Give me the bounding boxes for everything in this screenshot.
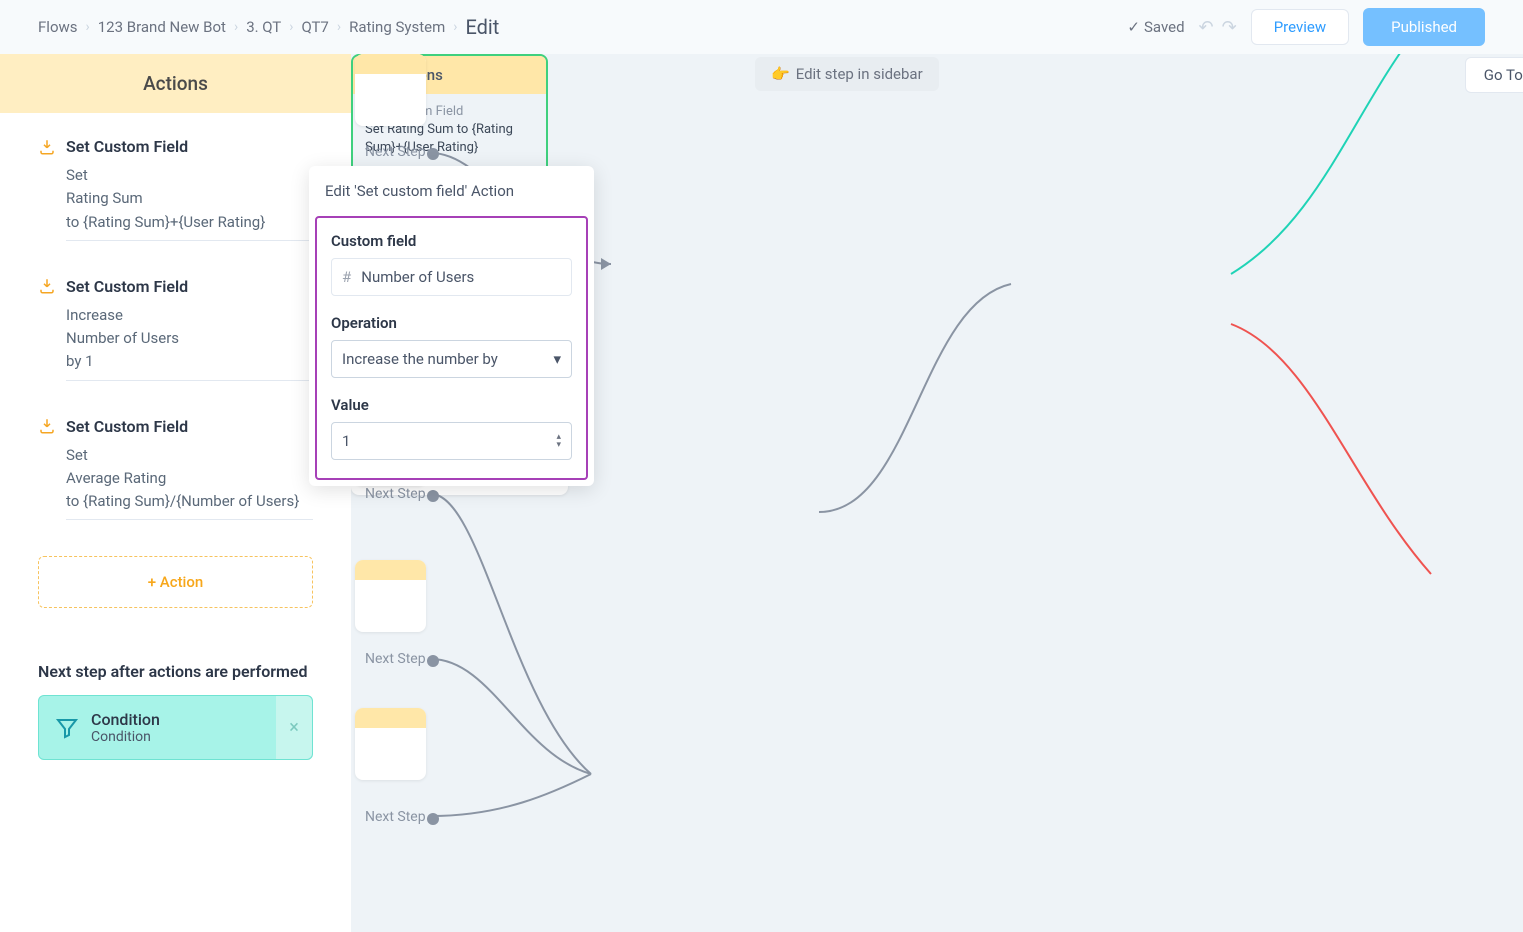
next-step-heading: Next step after actions are performed [38,662,313,681]
sidebar-body: Set Custom Field Set Rating Sum to {Rati… [0,113,351,770]
sidebar-action-title: Set Custom Field [66,417,188,436]
edit-step-chip[interactable]: 👉 Edit step in sidebar [755,57,939,91]
saved-status: ✓ Saved [1127,18,1184,36]
chevron-down-icon[interactable]: ▾ [556,441,561,449]
condition-sub: Condition [91,729,160,745]
published-button[interactable]: Published [1363,8,1485,46]
topbar-right: ✓ Saved ↶ ↷ Preview Published [1127,8,1485,46]
value-label: Value [331,396,572,414]
breadcrumb: Flows › 123 Brand New Bot › 3. QT › QT7 … [38,15,499,39]
chevron-right-icon: › [234,19,238,35]
flow-node[interactable] [355,560,426,632]
chevron-right-icon: › [453,19,457,35]
flow-node[interactable] [355,708,426,780]
output-port[interactable] [427,148,439,160]
output-port[interactable] [427,655,439,667]
breadcrumb-item[interactable]: QT7 [301,18,328,36]
sidebar-action-desc: Increase Number of Users by 1 [66,304,313,381]
sidebar-action-item[interactable]: Set Custom Field Set Average Rating to {… [38,417,313,521]
set-field-icon [38,417,56,435]
operation-value: Increase the number by [342,350,498,368]
chevron-right-icon: › [289,19,293,35]
custom-field-label: Custom field [331,232,572,250]
pointing-hand-icon: 👉 [771,65,790,83]
undo-redo: ↶ ↷ [1199,17,1237,38]
sidebar-action-item[interactable]: Set Custom Field Increase Number of User… [38,277,313,381]
output-port[interactable] [427,813,439,825]
redo-icon[interactable]: ↷ [1222,17,1237,38]
undo-icon[interactable]: ↶ [1199,17,1214,38]
value-input[interactable]: 1 ▴ ▾ [331,422,572,460]
saved-label: Saved [1144,18,1185,36]
edit-step-label: Edit step in sidebar [796,65,923,83]
popover-title: Edit 'Set custom field' Action [309,166,594,216]
chevron-right-icon: › [86,19,90,35]
sidebar-action-title: Set Custom Field [66,277,188,296]
sidebar-action-item[interactable]: Set Custom Field Set Rating Sum to {Rati… [38,137,313,241]
custom-field-input[interactable]: # Number of Users [331,258,572,296]
sidebar-action-desc: Set Rating Sum to {Rating Sum}+{User Rat… [66,164,313,241]
set-field-icon [38,277,56,295]
sidebar: Actions Set Custom Field Set Rating Sum … [0,54,351,932]
sidebar-action-desc: Set Average Rating to {Rating Sum}/{Numb… [66,444,313,521]
remove-condition-button[interactable]: × [276,696,312,759]
condition-title: Condition [91,710,160,729]
check-icon: ✓ [1127,18,1140,36]
next-step-condition[interactable]: Condition Condition × [38,695,313,760]
goto-button[interactable]: Go To Ba [1465,57,1523,93]
breadcrumb-item[interactable]: 3. QT [246,18,281,36]
sidebar-action-title: Set Custom Field [66,137,188,156]
next-step-label: Next Step [365,809,426,825]
topbar: Flows › 123 Brand New Bot › 3. QT › QT7 … [0,0,1523,54]
add-action-button[interactable]: + Action [38,556,313,608]
preview-button[interactable]: Preview [1251,9,1349,45]
value-value: 1 [342,432,350,450]
operation-select[interactable]: Increase the number by ▾ [331,340,572,378]
next-step-label: Next Step [365,144,426,160]
chevron-down-icon: ▾ [553,350,561,368]
custom-field-value: Number of Users [361,268,474,286]
flow-node[interactable] [355,54,426,126]
chevron-right-icon: › [337,19,341,35]
breadcrumb-item[interactable]: Rating System [349,18,445,36]
close-icon: × [289,717,299,738]
next-step-label: Next Step [365,651,426,667]
canvas[interactable]: 👉 Edit step in sidebar Go To Ba Next Ste… [351,54,1523,932]
breadcrumb-item[interactable]: Flows [38,18,78,36]
set-field-icon [38,138,56,156]
number-stepper[interactable]: ▴ ▾ [556,433,561,449]
edit-action-popover: Edit 'Set custom field' Action Custom fi… [309,166,594,486]
breadcrumb-item[interactable]: 123 Brand New Bot [98,18,226,36]
breadcrumb-current: Edit [465,15,499,39]
funnel-icon [55,716,79,740]
operation-label: Operation [331,314,572,332]
hash-icon: # [342,268,351,286]
sidebar-header: Actions [0,54,351,113]
